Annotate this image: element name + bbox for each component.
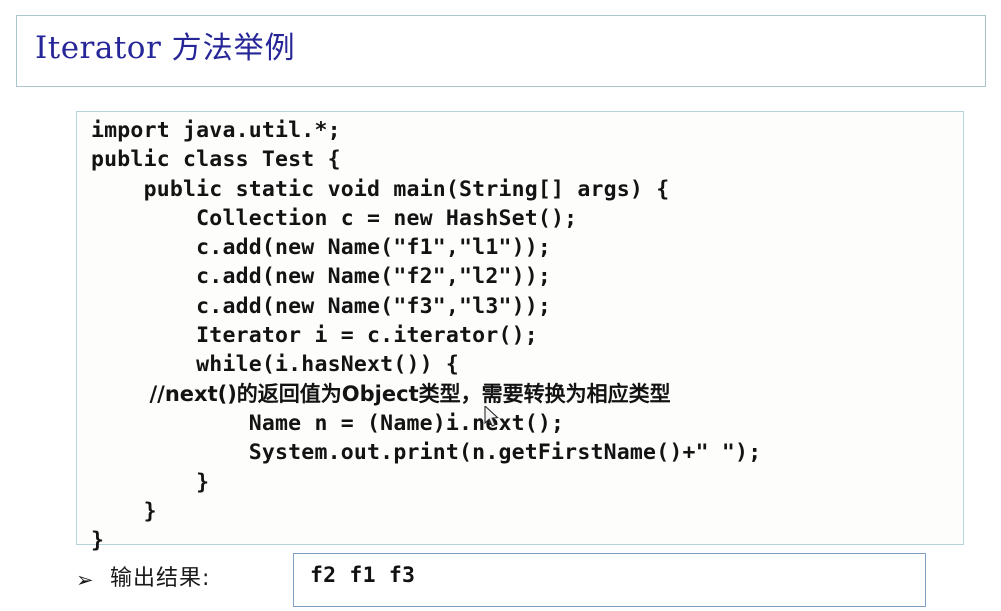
output-result-box: f2 f1 f3 — [293, 553, 926, 607]
page-title-cjk: 方法举例 — [171, 31, 296, 66]
output-result-value: f2 f1 f3 — [310, 563, 416, 588]
output-result-row: ➢ 输出结果: f2 f1 f3 — [0, 553, 1001, 611]
code-line: import java.util.*; — [91, 118, 341, 143]
code-line: public static void main(String[] args) { — [91, 176, 670, 202]
code-block-container: import java.util.*; public class Test { … — [76, 111, 964, 553]
code-line: Collection c = new HashSet(); — [91, 205, 578, 231]
code-line: } — [91, 528, 105, 554]
code-line: } — [91, 498, 157, 524]
code-line: public class Test { — [91, 147, 341, 173]
slide-title-box: Iterator 方法举例 — [16, 15, 986, 87]
code-line: } — [91, 469, 210, 495]
code-line: c.add(new Name("f1","l1")); — [91, 235, 552, 261]
java-code-listing: import java.util.*; public class Test { … — [91, 116, 761, 555]
code-line: while(i.hasNext()) { — [91, 352, 460, 378]
code-line: Name n = (Name)i.next(); — [91, 410, 565, 436]
page-title: Iterator 方法举例 — [35, 28, 296, 69]
code-line-comment: //next()的返回值为Object类型，需要转换为相应类型 — [91, 381, 671, 406]
code-line: Iterator i = c.iterator(); — [91, 323, 538, 349]
code-line: c.add(new Name("f2","l2")); — [91, 264, 552, 290]
page-title-latin: Iterator — [35, 30, 162, 66]
code-line: System.out.print(n.getFirstName()+" "); — [91, 440, 762, 466]
code-line: c.add(new Name("f3","l3")); — [91, 293, 552, 319]
arrow-bullet-icon: ➢ — [76, 568, 94, 592]
output-result-label: 输出结果: — [110, 566, 211, 591]
